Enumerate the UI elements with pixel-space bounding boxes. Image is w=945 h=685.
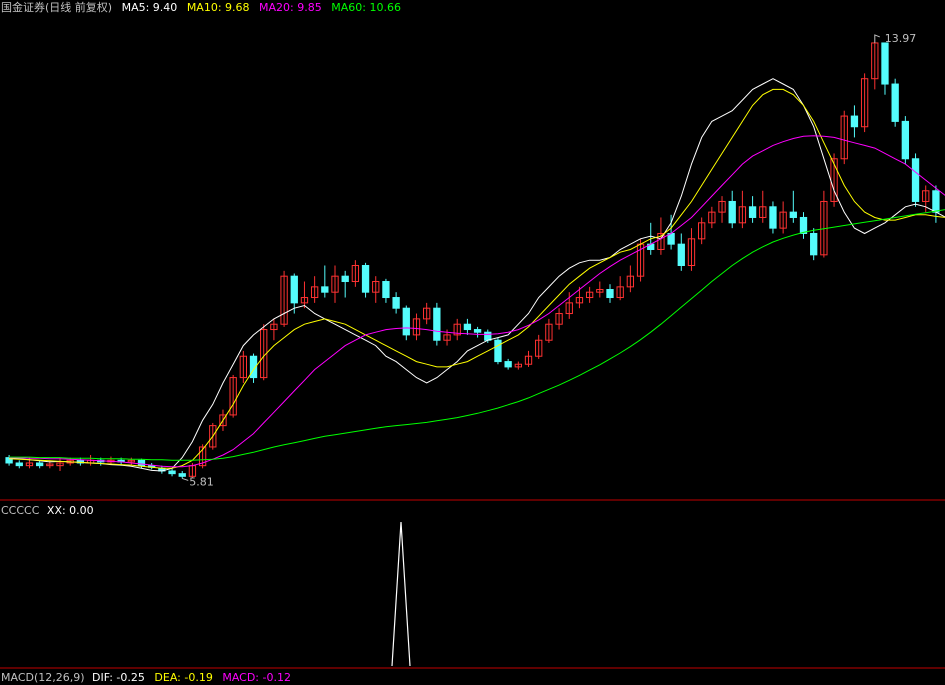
candle-down	[382, 281, 390, 299]
candle-down	[810, 232, 818, 256]
candle-down	[463, 323, 472, 331]
candle-down	[901, 120, 910, 160]
candle-down	[606, 289, 614, 299]
candle-down	[168, 470, 176, 475]
candle-down	[504, 361, 512, 368]
candle-down	[321, 286, 329, 293]
low-label: 5.81	[189, 475, 214, 488]
candle-down	[881, 42, 889, 85]
candle-down	[341, 275, 349, 283]
ma20-line	[9, 135, 945, 468]
candle-down	[677, 243, 685, 267]
candle-down	[433, 307, 441, 341]
ma5-line	[9, 78, 945, 472]
ma10-line	[9, 88, 945, 469]
candle-down	[402, 307, 410, 336]
low-marker	[182, 477, 189, 481]
candle-down	[361, 265, 370, 293]
candle-down	[178, 473, 186, 477]
kline-chart[interactable]: 13.97 5.81	[0, 0, 945, 684]
high-label: 13.97	[885, 32, 917, 45]
candle-down	[748, 206, 757, 218]
candle-down	[484, 331, 492, 341]
candle-down	[392, 297, 400, 309]
candle-down	[473, 329, 482, 333]
candle-down	[932, 190, 940, 213]
candle-down	[728, 200, 736, 224]
candle-down	[850, 115, 859, 128]
candle-down	[789, 211, 797, 218]
candle-down	[35, 462, 44, 467]
indicator-line	[391, 521, 411, 667]
high-marker	[874, 34, 880, 43]
candle-down	[911, 158, 920, 202]
candle-down	[799, 216, 808, 234]
candle-down	[769, 206, 777, 229]
candle-down	[891, 83, 899, 122]
candle-down	[15, 462, 23, 467]
candle-down	[137, 459, 146, 467]
candle-down	[494, 339, 502, 363]
candle-down	[290, 275, 298, 304]
